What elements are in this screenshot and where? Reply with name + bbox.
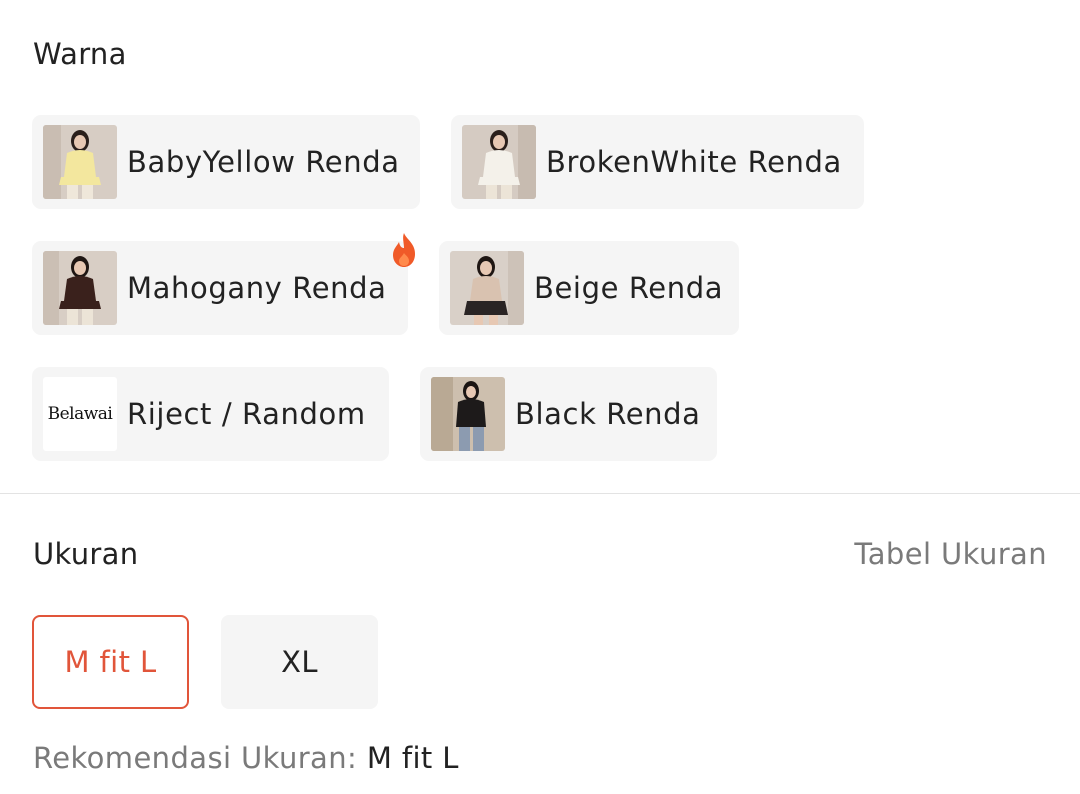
size-chart-link[interactable]: Tabel Ukuran	[854, 537, 1047, 571]
variant-thumbnail	[43, 125, 117, 199]
brand-logo-text: Belawai	[47, 404, 113, 424]
variant-label: BabyYellow Renda	[127, 145, 400, 179]
variant-label: Beige Renda	[534, 271, 724, 305]
variant-thumbnail	[462, 125, 536, 199]
variant-thumbnail	[450, 251, 524, 325]
size-recommendation: Rekomendasi Ukuran: M fit L	[33, 741, 459, 775]
variant-label: Mahogany Renda	[127, 271, 387, 305]
brand-logo: Belawai	[43, 377, 117, 451]
size-option-m-fit-l[interactable]: M fit L	[32, 615, 189, 709]
variant-brokenwhite-renda[interactable]: BrokenWhite Renda	[451, 115, 864, 209]
variant-label: Riject / Random	[127, 397, 366, 431]
size-section-title: Ukuran	[33, 537, 139, 571]
size-option-xl[interactable]: XL	[221, 615, 378, 709]
color-section-title: Warna	[33, 37, 127, 71]
variant-mahogany-renda[interactable]: Mahogany Renda	[32, 241, 408, 335]
size-recommendation-label: Rekomendasi Ukuran:	[33, 741, 358, 775]
variant-beige-renda[interactable]: Beige Renda	[439, 241, 739, 335]
variant-babyyellow-renda[interactable]: BabyYellow Renda	[32, 115, 420, 209]
variant-thumbnail	[431, 377, 505, 451]
variant-riject-random[interactable]: Belawai Riject / Random	[32, 367, 389, 461]
section-divider	[0, 493, 1080, 494]
size-recommendation-value: M fit L	[366, 741, 459, 775]
fire-icon	[393, 233, 415, 267]
variant-thumbnail	[43, 251, 117, 325]
variant-label: Black Renda	[515, 397, 701, 431]
variant-black-renda[interactable]: Black Renda	[420, 367, 717, 461]
variant-label: BrokenWhite Renda	[546, 145, 842, 179]
